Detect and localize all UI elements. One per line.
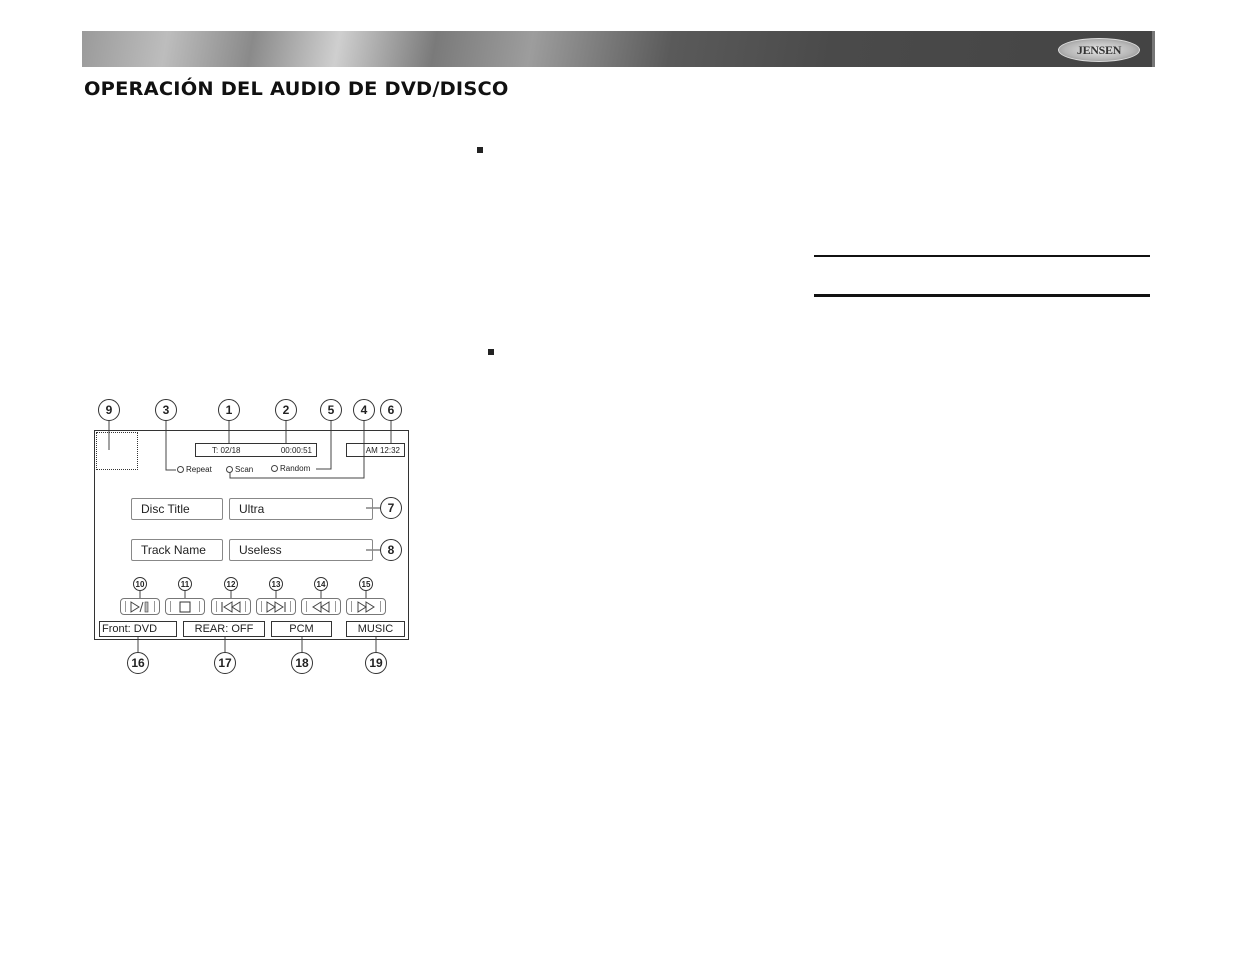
radio-icon [226,466,233,473]
callout-9: 9 [98,399,120,421]
callout-1: 1 [218,399,240,421]
repeat-option[interactable]: Repeat [177,465,212,474]
callout-2: 2 [275,399,297,421]
callout-4: 4 [353,399,375,421]
callout-5: 5 [320,399,342,421]
callout-8: 8 [380,539,402,561]
play-pause-icon [130,600,149,613]
eq-mode-status[interactable]: MUSIC [346,621,405,637]
next-track-icon [266,600,286,613]
callout-15: 15 [359,577,373,591]
track-time-display: T: 02/18 00:00:51 [195,443,317,457]
clock-display: AM 12:32 [346,443,405,457]
elapsed-time: 00:00:51 [280,445,312,455]
previous-track-button[interactable] [211,598,251,615]
album-art-placeholder [96,432,138,470]
callout-19: 19 [365,652,387,674]
rewind-button[interactable] [301,598,341,615]
clock-text: AM 12:32 [365,445,400,455]
track-counter: T: 02/18 [212,445,241,455]
fast-forward-button[interactable] [346,598,386,615]
stop-icon [179,601,191,612]
callout-12: 12 [224,577,238,591]
track-name-value: Useless [229,539,373,561]
callout-3: 3 [155,399,177,421]
callout-17: 17 [214,652,236,674]
callout-7: 7 [380,497,402,519]
radio-icon [271,465,278,472]
rewind-icon [312,600,330,613]
radio-icon [177,466,184,473]
callout-10: 10 [133,577,147,591]
disc-title-label: Disc Title [131,498,223,520]
callout-11: 11 [178,577,192,591]
callout-13: 13 [269,577,283,591]
rear-source-status[interactable]: REAR: OFF [183,621,265,637]
disc-title-value: Ultra [229,498,373,520]
previous-track-icon [221,600,241,613]
track-name-label: Track Name [131,539,223,561]
stop-button[interactable] [165,598,205,615]
audio-format-status[interactable]: PCM [271,621,332,637]
random-option[interactable]: Random [271,464,310,473]
play-pause-button[interactable] [120,598,160,615]
front-source-status[interactable]: Front: DVD [99,621,177,637]
next-track-button[interactable] [256,598,296,615]
fast-forward-icon [357,600,375,613]
dvd-audio-screen-diagram: 9 3 1 2 5 4 6 T: 02/18 00:00:51 AM 12:32… [0,0,1235,954]
callout-16: 16 [127,652,149,674]
scan-option[interactable]: Scan [226,465,253,474]
callout-6: 6 [380,399,402,421]
callout-14: 14 [314,577,328,591]
callout-18: 18 [291,652,313,674]
